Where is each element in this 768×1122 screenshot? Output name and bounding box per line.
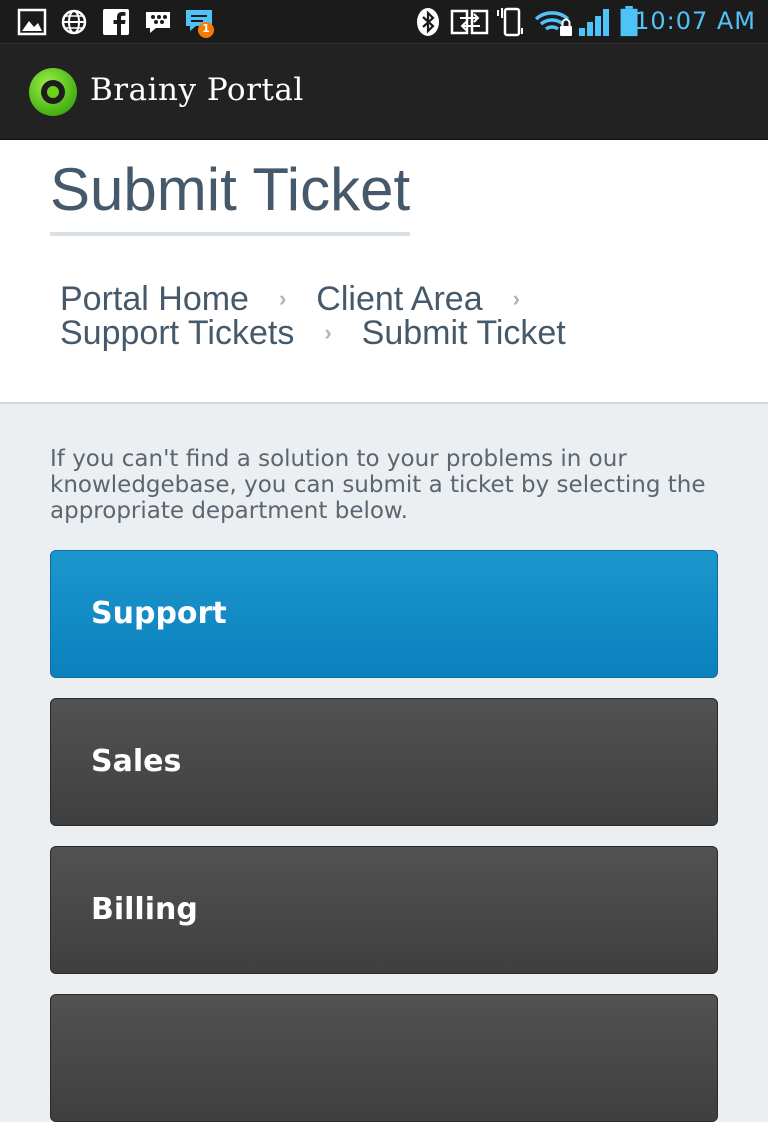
signal-icon [579, 9, 609, 36]
page-title: Submit Ticket [50, 154, 411, 236]
app-header: Brainy Portal [0, 44, 768, 140]
facebook-icon [103, 9, 129, 35]
chevron-right-icon: › [512, 286, 520, 311]
breadcrumb: Portal Home › Client Area › Support Tickets… [60, 282, 700, 350]
page-header: Submit Ticket Portal Home › Client Area › S… [0, 140, 768, 404]
department-billing-button[interactable]: Billing [50, 846, 718, 974]
bbm-icon [146, 12, 170, 33]
ring-logo-icon[interactable] [28, 67, 78, 117]
bluetooth-icon [417, 8, 439, 36]
breadcrumb-client-area[interactable]: Client Area [316, 280, 482, 318]
gallery-icon [17, 8, 47, 36]
department-support-button[interactable]: Support [50, 550, 718, 678]
notification-badge: 1 [202, 22, 210, 35]
screen-mirroring-icon [450, 9, 489, 35]
department-sales-button[interactable]: Sales [50, 698, 718, 826]
intro-text: If you can't find a solution to your pro… [50, 446, 706, 524]
clock: 10:07 AM [634, 7, 756, 35]
breadcrumb-portal-home[interactable]: Portal Home [60, 280, 249, 318]
chevron-right-icon: › [324, 320, 332, 345]
chevron-right-icon: › [278, 286, 287, 311]
brand-name[interactable]: Brainy Portal [90, 72, 304, 108]
main-content: If you can't find a solution to your pro… [50, 404, 718, 1122]
vibrate-icon [497, 7, 523, 37]
breadcrumb-row: Support Tickets › Submit Ticket [60, 316, 700, 350]
breadcrumb-current: Submit Ticket [361, 314, 566, 352]
breadcrumb-row: Portal Home › Client Area › [60, 282, 700, 316]
department-button-partial[interactable] [50, 994, 718, 1122]
breadcrumb-support-tickets[interactable]: Support Tickets [60, 314, 294, 352]
chat-notification-icon: 1 [184, 6, 218, 40]
wifi-locked-icon [534, 11, 572, 36]
browser-icon [61, 9, 87, 35]
status-bar: 1 10:07 AM [0, 0, 768, 44]
